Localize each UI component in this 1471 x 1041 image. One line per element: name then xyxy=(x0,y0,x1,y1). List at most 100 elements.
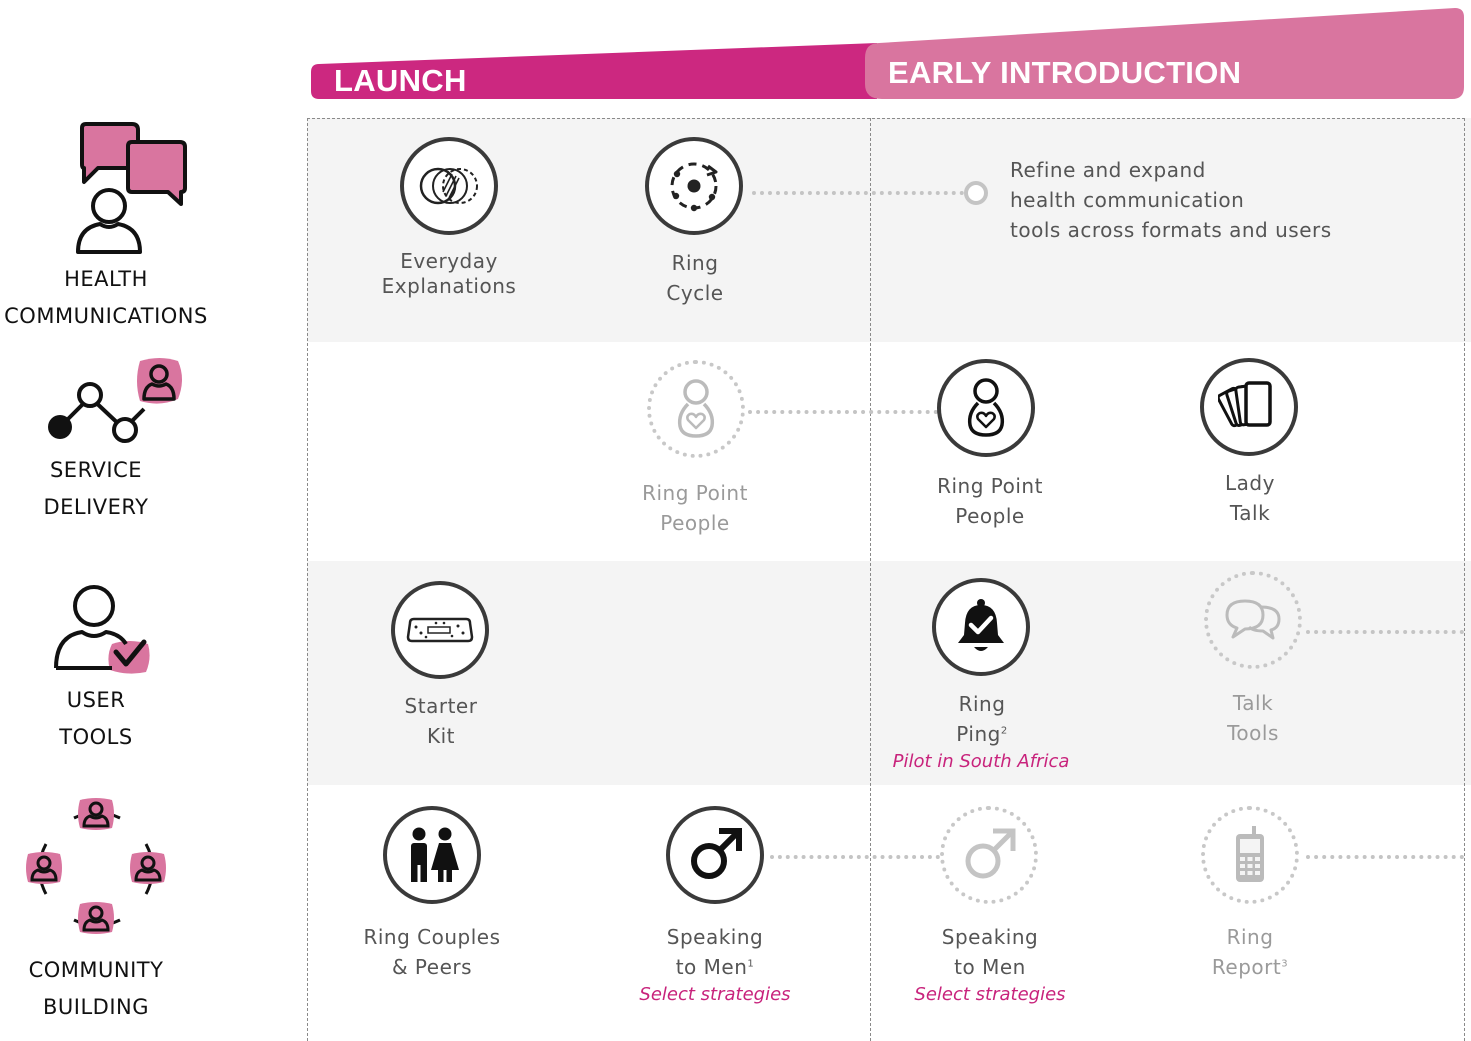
male-symbol-icon xyxy=(691,828,742,879)
category-label-user-tools: USER TOOLS xyxy=(0,682,192,756)
category-line1: COMMUNITY xyxy=(28,958,164,982)
ring-cycle-label: Ring Cycle xyxy=(575,248,815,308)
starter-kit-node[interactable] xyxy=(391,581,489,679)
talk-tools-node[interactable] xyxy=(1204,571,1302,669)
ring-report-node[interactable] xyxy=(1201,806,1299,904)
ring-ping-node[interactable] xyxy=(932,578,1030,676)
refine-line1: Refine and expand xyxy=(1010,158,1206,182)
person-right xyxy=(130,852,166,884)
label-line1: Speaking xyxy=(941,925,1039,949)
label-line2: Cycle xyxy=(666,281,724,305)
label-line2: Ping2 xyxy=(862,719,1102,749)
label-line1: Lady xyxy=(1225,471,1275,495)
connector-end-circle xyxy=(964,181,988,205)
label-line2: Talk xyxy=(1229,501,1271,525)
mobile-phone-icon xyxy=(1236,826,1264,882)
starter-kit-label: Starter Kit xyxy=(321,691,561,751)
connector-talk-tools xyxy=(1306,630,1464,634)
connector-ring-cycle xyxy=(752,191,964,195)
bell-check-icon xyxy=(958,599,1004,651)
ring-point-people-launch-node[interactable] xyxy=(647,360,745,458)
speaking-to-men-launch-node[interactable] xyxy=(666,806,764,904)
ring-report-label: Ring Report3 xyxy=(1130,922,1370,982)
label-line2: Tools xyxy=(1227,721,1279,745)
label-line1: Ring xyxy=(1226,925,1274,949)
ring-ping-label: Ring Ping2 xyxy=(862,689,1102,749)
grid-right-line xyxy=(1464,118,1465,1041)
speaking-to-men-early-note: Select strategies xyxy=(914,984,1066,1005)
label-line2: People xyxy=(955,504,1025,528)
footnote-marker: 1 xyxy=(747,958,755,970)
connector-ring-report xyxy=(1306,855,1464,859)
person-top xyxy=(78,798,114,830)
refine-expand-text: Refine and expand health communication t… xyxy=(1010,155,1332,245)
label-line1: Ring Point xyxy=(937,474,1043,498)
speaking-to-men-early-node[interactable] xyxy=(940,806,1038,904)
category-line1: SERVICE xyxy=(49,458,143,482)
label-line2: & Peers xyxy=(391,955,473,979)
ring-case-icon xyxy=(406,617,474,643)
refine-line3: tools across formats and users xyxy=(1010,218,1332,242)
label-line1: Talk xyxy=(1232,691,1274,715)
pregnant-person-heart-icon xyxy=(967,378,1005,437)
speech-bubbles-person-icon xyxy=(76,122,187,254)
speaking-to-men-launch-label: Speaking to Men1 xyxy=(595,922,835,982)
label-line1: Speaking xyxy=(666,925,764,949)
ring-couples-peers-node[interactable] xyxy=(383,806,481,904)
category-line1: HEALTH xyxy=(64,267,148,291)
label-line1: Ring xyxy=(671,251,719,275)
category-label-health: HEALTH COMMUNICATIONS xyxy=(0,261,212,335)
category-line1: USER xyxy=(66,688,126,712)
everyday-explanations-label: Everyday Explanations xyxy=(329,249,569,299)
label-text: to Men xyxy=(675,955,748,979)
footnote-marker: 2 xyxy=(1000,725,1008,737)
phase-divider-line xyxy=(870,118,871,1041)
talk-tools-label: Talk Tools xyxy=(1133,688,1373,748)
label-line2: Report3 xyxy=(1130,952,1370,982)
connector-ring-point-people xyxy=(748,410,938,414)
category-line2: DELIVERY xyxy=(43,495,149,519)
category-label-community: COMMUNITY BUILDING xyxy=(0,952,192,1026)
label-line1: Ring xyxy=(958,692,1006,716)
category-line2: TOOLS xyxy=(59,725,133,749)
category-line2: BUILDING xyxy=(42,995,150,1019)
label-line1: Everyday xyxy=(400,249,498,273)
label-line1: Ring Point xyxy=(642,481,748,505)
ring-cycle-node[interactable] xyxy=(645,137,743,235)
ring-ping-note: Pilot in South Africa xyxy=(892,751,1070,772)
footnote-marker: 3 xyxy=(1281,958,1289,970)
label-line2: People xyxy=(660,511,730,535)
male-symbol-icon xyxy=(965,828,1016,879)
person-checkmark-icon xyxy=(54,585,150,674)
refine-line2: health communication xyxy=(1010,188,1245,212)
lady-talk-node[interactable] xyxy=(1200,358,1298,456)
overlapping-circles-icon xyxy=(419,167,478,205)
ring-couples-peers-label: Ring Couples & Peers xyxy=(312,922,552,982)
speaking-to-men-launch-note: Select strategies xyxy=(639,984,791,1005)
person-left xyxy=(26,852,62,884)
pregnant-person-heart-icon xyxy=(677,379,715,438)
person-bottom xyxy=(78,902,114,934)
grid-left-line xyxy=(307,118,308,1041)
people-circle-icon xyxy=(26,798,166,934)
man-woman-icon xyxy=(411,827,459,882)
everyday-explanations-node[interactable] xyxy=(400,137,498,235)
label-line2: Kit xyxy=(426,724,455,748)
label-text: Ping xyxy=(956,722,1001,746)
launch-phase-label: LAUNCH xyxy=(334,63,467,98)
network-person-icon xyxy=(48,358,182,443)
label-line2: to Men xyxy=(954,955,1026,979)
label-line1: Ring Couples xyxy=(363,925,501,949)
label-line2: to Men1 xyxy=(595,952,835,982)
speech-bubbles-icon xyxy=(1225,599,1281,640)
connector-speaking-to-men xyxy=(770,855,940,859)
label-text: Report xyxy=(1211,955,1282,979)
category-line2: COMMUNICATIONS xyxy=(4,304,208,328)
early-phase-label: EARLY INTRODUCTION xyxy=(888,55,1242,90)
ring-cycle-icon xyxy=(670,162,718,212)
grid-top-line xyxy=(307,118,1465,119)
ring-point-people-early-node[interactable] xyxy=(937,359,1035,457)
card-deck-icon xyxy=(1218,381,1272,428)
ring-point-people-launch-label: Ring Point People xyxy=(575,478,815,538)
label-line1: Starter xyxy=(404,694,478,718)
